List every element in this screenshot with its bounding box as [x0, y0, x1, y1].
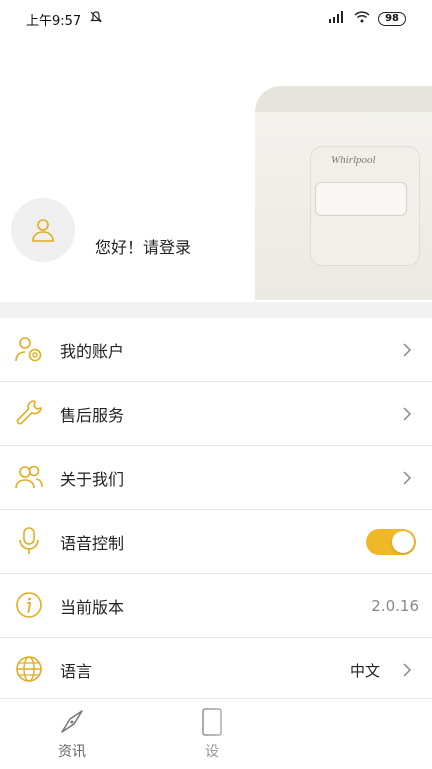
brand-logo: Whirlpool [331, 154, 376, 166]
menu-item-version: 当前版本 2.0.16 [0, 574, 432, 638]
signal-icon [328, 11, 346, 27]
microphone-icon [19, 527, 39, 554]
menu-item-voice-control: 语音控制 [0, 510, 432, 574]
compass-icon [61, 710, 83, 733]
washing-machine-image: Whirlpool [255, 86, 432, 300]
mute-icon [89, 10, 103, 28]
language-value: 中文 [349, 661, 380, 680]
menu-label-language: 语言 [60, 662, 93, 681]
chevron-right-icon [403, 406, 412, 421]
status-time: 上午9:57 [26, 13, 82, 29]
tab-label-news: 资讯 [58, 744, 86, 760]
avatar[interactable] [11, 198, 75, 262]
chevron-right-icon [403, 470, 412, 485]
settings-menu: 我的账户 售后服务 关于我们 语音控制 当前版本 2.0.16 语言 中文 [0, 318, 432, 702]
voice-control-toggle[interactable] [366, 528, 416, 555]
wrench-icon [16, 400, 42, 425]
chevron-right-icon [403, 663, 412, 677]
globe-icon [16, 656, 42, 682]
profile-header: Whirlpool [0, 38, 432, 302]
user-icon [32, 219, 54, 242]
account-settings-icon [15, 337, 42, 362]
menu-label-version: 当前版本 [60, 597, 125, 617]
toggle-knob [392, 530, 414, 553]
menu-item-after-sales[interactable]: 售后服务 [0, 382, 432, 446]
menu-label-after-sales: 售后服务 [60, 405, 125, 425]
version-value: 2.0.16 [371, 596, 419, 615]
wifi-icon [354, 11, 370, 27]
chevron-right-icon [403, 342, 412, 357]
menu-label-voice-control: 语音控制 [60, 533, 125, 553]
bottom-tab-bar: 资讯 设 [0, 698, 432, 769]
tab-news[interactable]: 资讯 [32, 707, 112, 761]
menu-item-about-us[interactable]: 关于我们 [0, 446, 432, 510]
menu-item-account[interactable]: 我的账户 [0, 318, 432, 382]
menu-item-language[interactable]: 语言 中文 [0, 638, 432, 702]
status-bar: 上午9:57 98 [0, 0, 432, 38]
menu-label-account: 我的账户 [60, 341, 125, 361]
menu-label-about-us: 关于我们 [60, 469, 125, 489]
battery-icon: 98 [378, 12, 406, 26]
login-prompt[interactable]: 您好！请登录 [95, 234, 191, 258]
section-divider [0, 302, 432, 318]
people-icon [15, 465, 43, 489]
info-icon [16, 592, 42, 618]
